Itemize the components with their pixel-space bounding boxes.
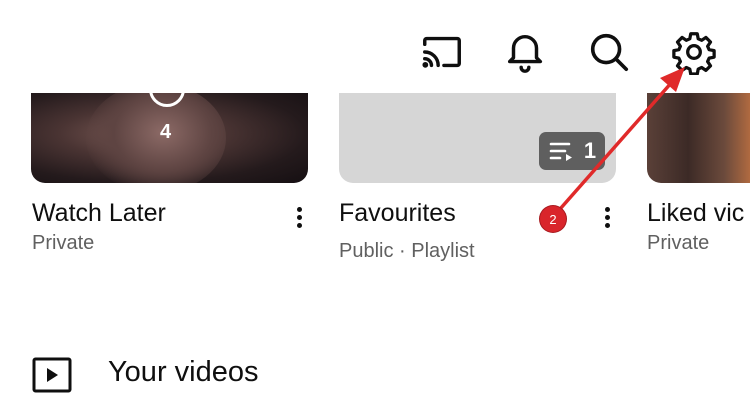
playlist-title-favourites[interactable]: Favourites (339, 199, 456, 228)
playlist-thumbnail-favourites[interactable]: 1 (339, 93, 616, 183)
more-options-icon[interactable] (289, 202, 309, 232)
playlist-visibility: Public · Playlist (339, 240, 475, 262)
notification-bell-icon (507, 35, 543, 73)
search-button[interactable] (585, 28, 633, 76)
playlist-count-badge: 1 (539, 132, 605, 170)
playlist-thumbnail-liked-videos[interactable] (647, 93, 750, 183)
annotation-step-badge: 2 (540, 206, 566, 232)
playlist-queue-icon (549, 142, 572, 161)
video-play-icon (32, 357, 72, 393)
video-count: 4 (160, 121, 172, 143)
cast-icon (422, 36, 461, 68)
thumbnail-image (86, 93, 226, 183)
playlist-count: 1 (583, 138, 597, 163)
notifications-button[interactable] (501, 28, 549, 76)
settings-button[interactable] (670, 28, 718, 76)
your-videos-link[interactable]: Your videos (108, 356, 258, 389)
cast-button[interactable] (418, 28, 466, 76)
settings-gear-icon (672, 32, 716, 75)
playlist-visibility: Private (32, 232, 95, 254)
playlist-visibility: Private (647, 232, 710, 254)
playlist-title-liked-videos[interactable]: Liked vic (647, 199, 744, 228)
search-icon (590, 33, 629, 72)
playlist-thumbnail-watch-later[interactable]: 4 (31, 93, 308, 183)
more-options-icon[interactable] (597, 202, 617, 232)
playlist-title-watch-later[interactable]: Watch Later (32, 199, 166, 228)
